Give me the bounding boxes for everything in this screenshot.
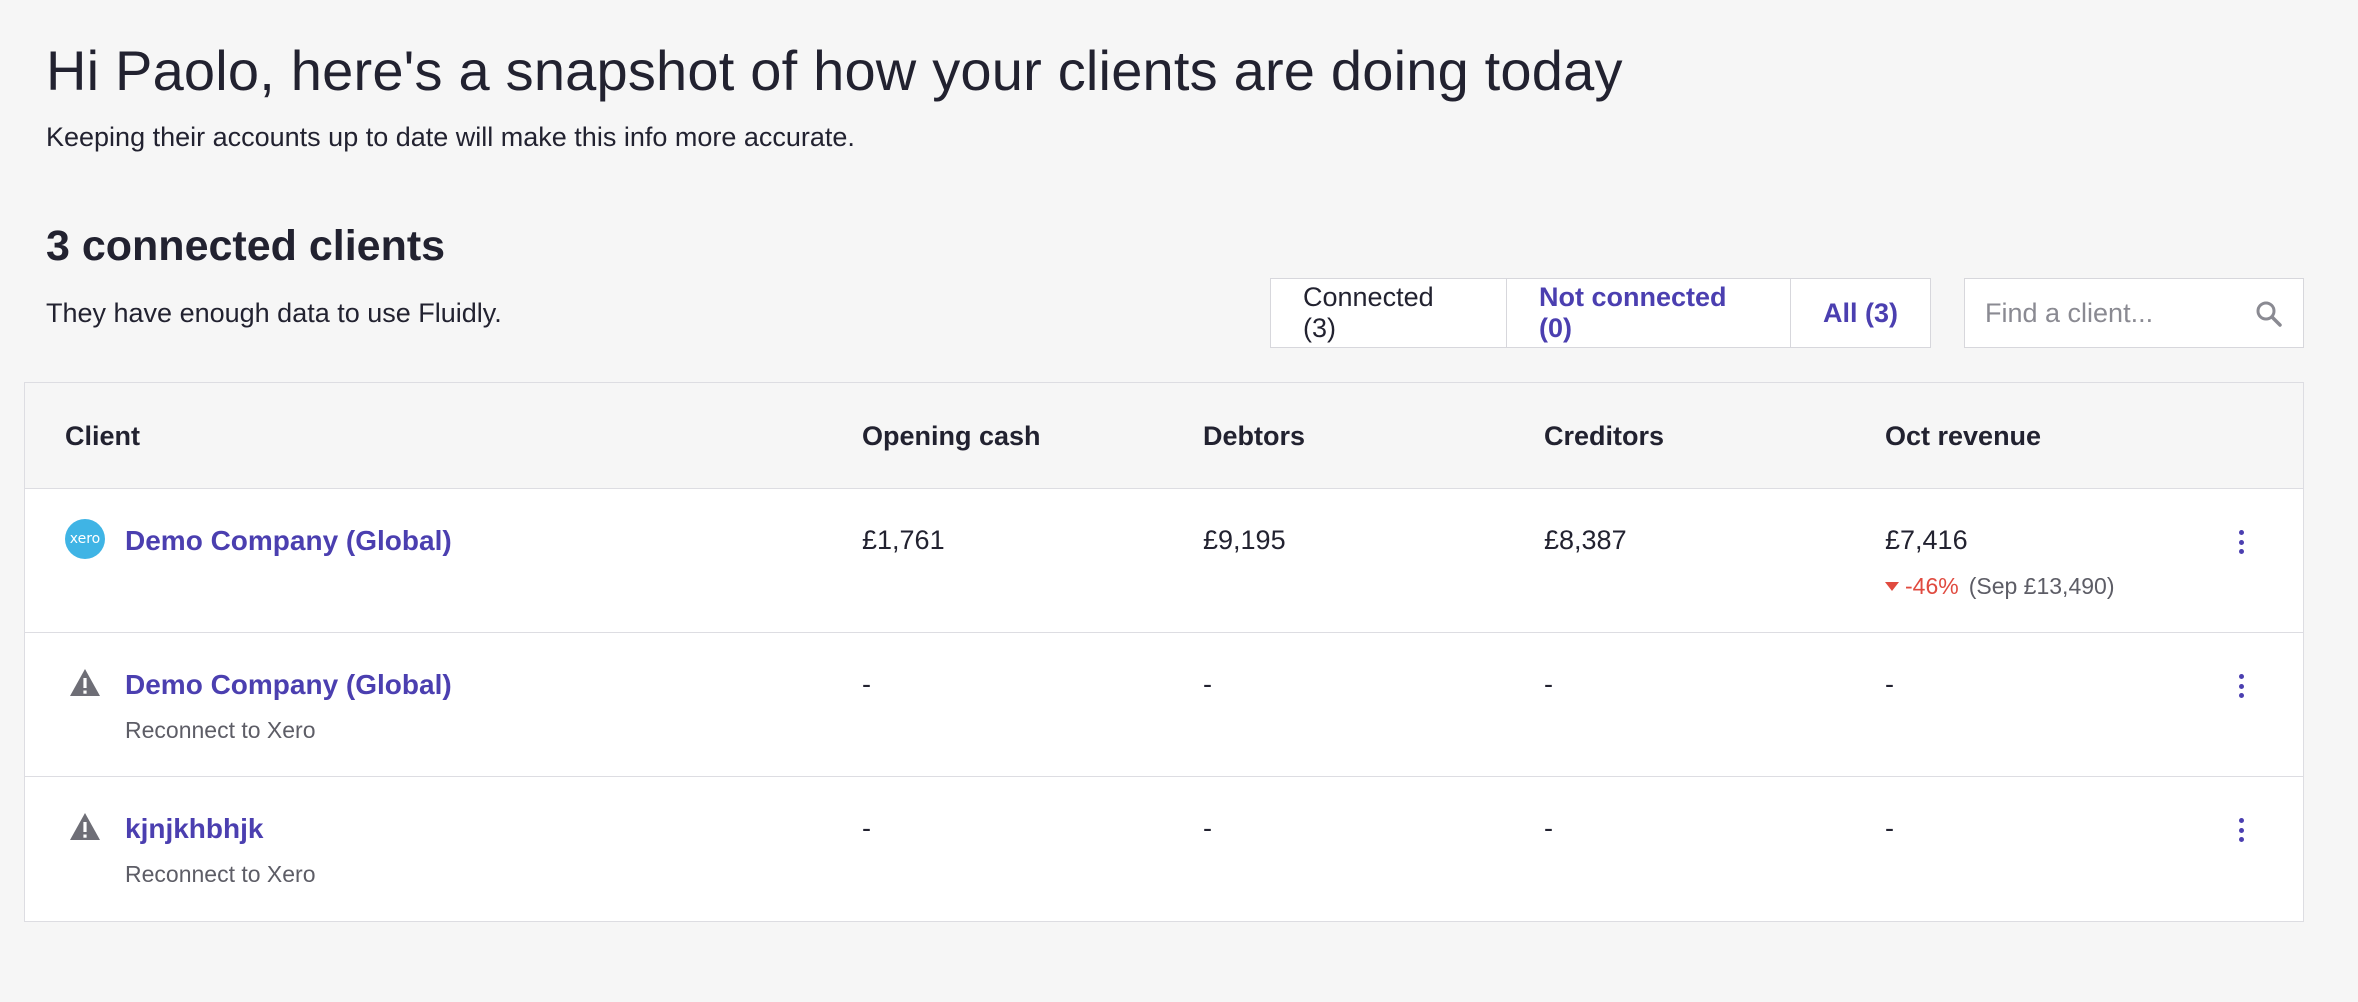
xero-logo-icon: xero	[65, 519, 105, 559]
client-name-link[interactable]: Demo Company (Global)	[125, 525, 452, 557]
page-subtitle: Keeping their accounts up to date will m…	[46, 122, 855, 152]
page-title: Hi Paolo, here's a snapshot of how your …	[46, 39, 1623, 102]
table-row: kjnjkhbhjk Reconnect to Xero - - - -	[25, 777, 2303, 921]
reconnect-xero-text: Reconnect to Xero	[125, 717, 316, 743]
column-header-creditors: Creditors	[1544, 421, 1665, 451]
table-row: Demo Company (Global) Reconnect to Xero …	[25, 633, 2303, 777]
filter-connected-button[interactable]: Connected (3)	[1271, 279, 1507, 347]
creditors-value: -	[1544, 669, 1553, 699]
row-menu-icon[interactable]	[2231, 815, 2251, 845]
revenue-value: -	[1885, 813, 1894, 843]
creditors-value: £8,387	[1544, 525, 1627, 555]
revenue-value: -	[1885, 669, 1894, 699]
revenue-change-percent: -46%	[1905, 573, 1959, 599]
client-filter-group: Connected (3) Not connected (0) All (3)	[1270, 278, 1931, 348]
debtors-value: £9,195	[1203, 525, 1286, 555]
column-header-oct-revenue: Oct revenue	[1885, 421, 2042, 451]
opening-cash-value: £1,761	[862, 525, 945, 555]
client-search-input[interactable]	[1965, 297, 2235, 329]
warning-icon	[70, 813, 100, 840]
revenue-decrease: -46%	[1885, 573, 1959, 600]
client-name-link[interactable]: Demo Company (Global)	[125, 669, 452, 701]
client-name-link[interactable]: kjnjkhbhjk	[125, 813, 263, 845]
debtors-value: -	[1203, 669, 1212, 699]
column-header-client: Client	[65, 421, 141, 451]
previous-revenue: (Sep £13,490)	[1968, 573, 2115, 599]
opening-cash-value: -	[862, 813, 871, 843]
creditors-value: -	[1544, 813, 1553, 843]
triangle-down-icon	[1885, 582, 1899, 591]
warning-icon	[70, 669, 100, 696]
row-menu-icon[interactable]	[2231, 527, 2251, 557]
filter-not-connected-button[interactable]: Not connected (0)	[1507, 279, 1791, 347]
opening-cash-value: -	[862, 669, 871, 699]
clients-table: Client Opening cash Debtors Creditors Oc…	[24, 382, 2304, 922]
section-title: 3 connected clients	[46, 222, 446, 270]
revenue-value: £7,416	[1885, 525, 1968, 555]
column-header-opening-cash: Opening cash	[862, 421, 1041, 451]
section-subtitle: They have enough data to use Fluidly.	[46, 298, 502, 328]
reconnect-xero-text: Reconnect to Xero	[125, 861, 316, 887]
revenue-change: -46% (Sep £13,490)	[1885, 573, 2114, 600]
table-row: xero Demo Company (Global) £1,761 £9,195…	[25, 489, 2303, 633]
search-icon[interactable]	[2255, 300, 2283, 328]
filter-all-button[interactable]: All (3)	[1791, 279, 1930, 347]
debtors-value: -	[1203, 813, 1212, 843]
table-header: Client Opening cash Debtors Creditors Oc…	[25, 383, 2303, 489]
column-header-debtors: Debtors	[1203, 421, 1306, 451]
client-search-box	[1964, 278, 2304, 348]
row-menu-icon[interactable]	[2231, 671, 2251, 701]
